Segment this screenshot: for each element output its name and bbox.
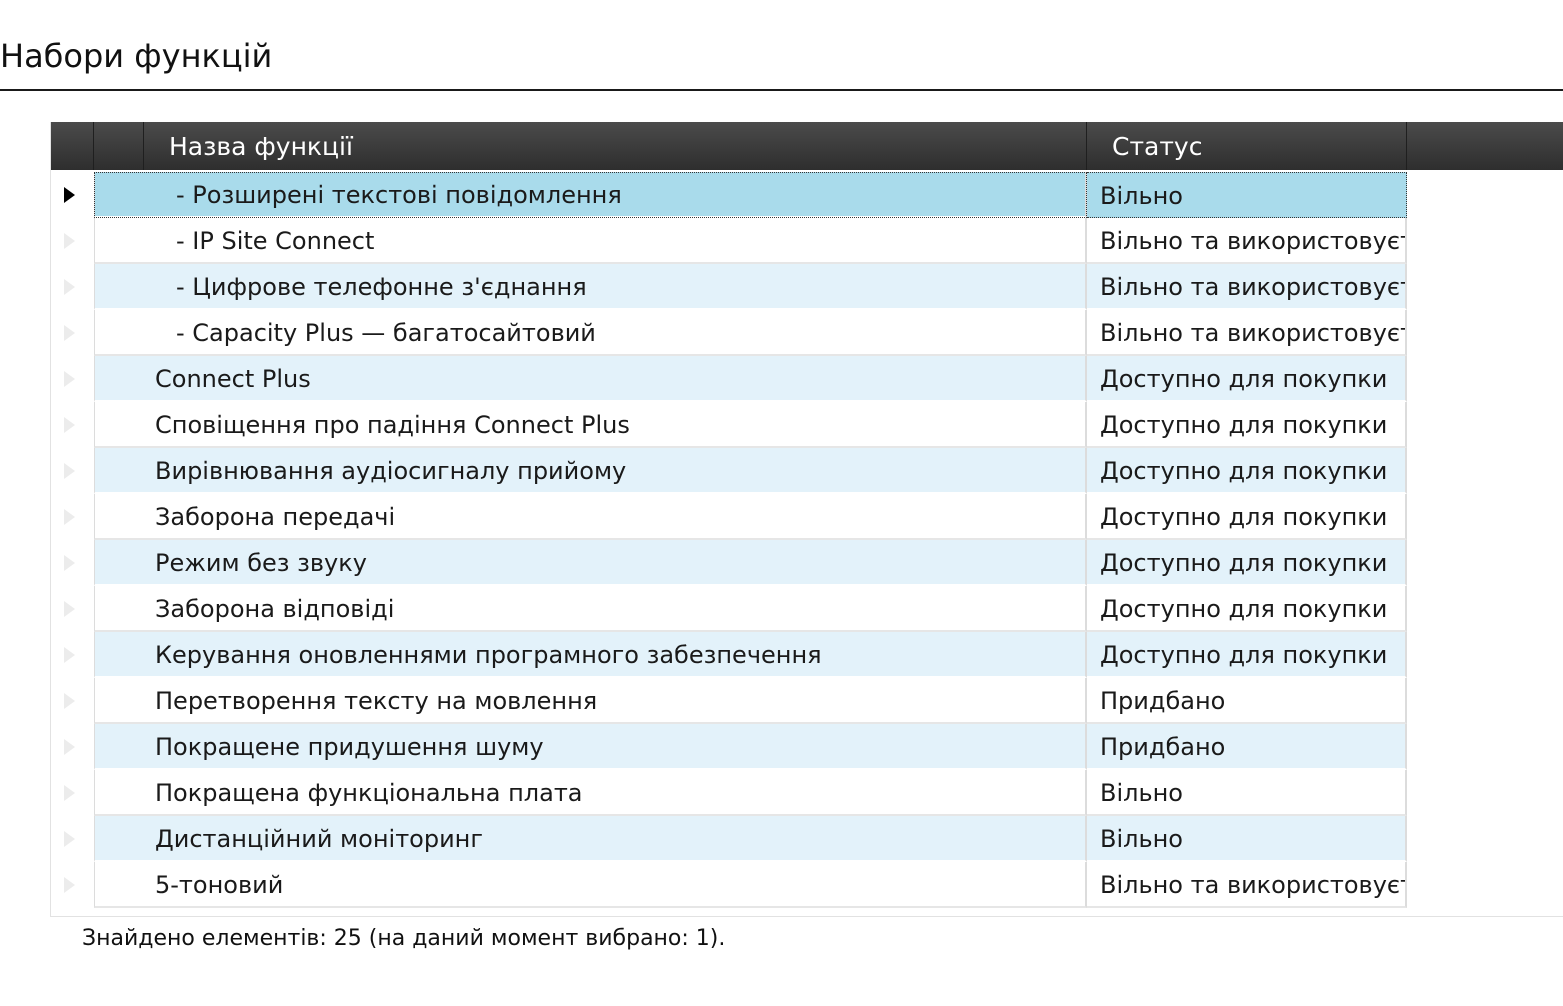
feature-status-cell[interactable]: Доступно для покупки [1087, 540, 1407, 586]
table-row[interactable]: - Розширені текстові повідомлення Вільно [51, 172, 1407, 218]
feature-status-cell[interactable]: Доступно для покупки [1087, 448, 1407, 494]
table-row[interactable]: Покращена функціональна плата Вільно [51, 770, 1407, 816]
row-selector[interactable] [51, 724, 94, 770]
column-header-status[interactable]: Статус [1087, 122, 1407, 170]
feature-name-cell[interactable]: Покращене придушення шуму [94, 724, 1087, 770]
feature-name-cell[interactable]: Дистанційний моніторинг [94, 816, 1087, 862]
feature-status-cell[interactable]: Придбано [1087, 724, 1407, 770]
feature-status-cell[interactable]: Доступно для покупки [1087, 494, 1407, 540]
feature-name-cell[interactable]: - Цифрове телефонне з'єднання [94, 264, 1087, 310]
row-pointer-icon [64, 417, 75, 433]
feature-name-cell[interactable]: Сповіщення про падіння Connect Plus [94, 402, 1087, 448]
feature-name-cell[interactable]: Connect Plus [94, 356, 1087, 402]
table-row[interactable]: Сповіщення про падіння Connect Plus Досту… [51, 402, 1407, 448]
row-pointer-icon [64, 647, 75, 663]
feature-sets-grid[interactable]: Назва функції Статус - Розширені текстов… [50, 122, 1563, 917]
row-selector[interactable] [51, 264, 94, 310]
row-selector[interactable] [51, 448, 94, 494]
table-row[interactable]: Керування оновленнями програмного забезп… [51, 632, 1407, 678]
blank-header-column [94, 122, 144, 170]
row-pointer-icon [64, 693, 75, 709]
feature-name-cell[interactable]: - IP Site Connect [94, 218, 1087, 264]
row-selector[interactable] [51, 494, 94, 540]
row-pointer-icon [64, 877, 75, 893]
grid-rows: - Розширені текстові повідомлення Вільно -… [51, 172, 1407, 908]
title-divider [0, 89, 1563, 91]
row-pointer-icon [64, 187, 75, 203]
column-header-name[interactable]: Назва функції [144, 122, 1087, 170]
row-pointer-icon [64, 785, 75, 801]
feature-name-cell[interactable]: Заборона відповіді [94, 586, 1087, 632]
row-header-column [51, 122, 94, 170]
table-row[interactable]: - IP Site ConnectВільно та використовуєт… [51, 218, 1407, 264]
table-row[interactable]: Режим без звуку Доступно для покупки [51, 540, 1407, 586]
feature-status-cell[interactable]: Доступно для покупки [1087, 632, 1407, 678]
feature-name-cell[interactable]: - Capacity Plus — багатосайтовий [94, 310, 1087, 356]
row-pointer-icon [64, 509, 75, 525]
row-selector[interactable] [51, 356, 94, 402]
table-row[interactable]: Дистанційний моніторинг Вільно [51, 816, 1407, 862]
table-row[interactable]: Вирівнювання аудіосигналу прийому Доступн… [51, 448, 1407, 494]
row-selector[interactable] [51, 586, 94, 632]
feature-status-cell[interactable]: Придбано [1087, 678, 1407, 724]
row-pointer-icon [64, 831, 75, 847]
row-pointer-icon [64, 233, 75, 249]
feature-name-cell[interactable]: Заборона передачі [94, 494, 1087, 540]
row-pointer-icon [64, 371, 75, 387]
feature-name-cell[interactable]: Вирівнювання аудіосигналу прийому [94, 448, 1087, 494]
feature-name-cell[interactable]: Перетворення тексту на мовлення [94, 678, 1087, 724]
table-row[interactable]: - Цифрове телефонне з'єднання Вільно та в… [51, 264, 1407, 310]
feature-name-cell[interactable]: 5-тоновий [94, 862, 1087, 908]
table-row[interactable]: Connect Plus Доступно для покупки [51, 356, 1407, 402]
table-row[interactable]: Перетворення тексту на мовлення Придбано [51, 678, 1407, 724]
items-found-status: Знайдено елементів: 25 (на даний момент … [82, 926, 726, 951]
row-pointer-icon [64, 739, 75, 755]
row-pointer-icon [64, 325, 75, 341]
feature-status-cell[interactable]: Вільно та використовується [1087, 264, 1407, 310]
feature-status-cell[interactable]: Вільно [1087, 816, 1407, 862]
row-selector[interactable] [51, 172, 94, 218]
row-selector[interactable] [51, 632, 94, 678]
page-title: Набори функцій [0, 37, 273, 75]
feature-name-cell[interactable]: Керування оновленнями програмного забезп… [94, 632, 1087, 678]
feature-status-cell[interactable]: Вільно [1087, 770, 1407, 816]
feature-name-cell[interactable]: - Розширені текстові повідомлення [94, 172, 1087, 218]
row-selector[interactable] [51, 402, 94, 448]
feature-status-cell[interactable]: Доступно для покупки [1087, 586, 1407, 632]
grid-header: Назва функції Статус [51, 122, 1563, 170]
feature-status-cell[interactable]: Вільно та використовується [1087, 310, 1407, 356]
table-row[interactable]: Заборона передачі Доступно для покупки [51, 494, 1407, 540]
feature-status-cell[interactable]: Вільно та використовується [1087, 862, 1407, 908]
row-selector[interactable] [51, 862, 94, 908]
table-row[interactable]: 5-тоновийВільно та використовується [51, 862, 1407, 908]
row-selector[interactable] [51, 678, 94, 724]
row-pointer-icon [64, 463, 75, 479]
row-selector[interactable] [51, 770, 94, 816]
feature-name-cell[interactable]: Покращена функціональна плата [94, 770, 1087, 816]
feature-status-cell[interactable]: Вільно [1087, 172, 1407, 218]
feature-name-cell[interactable]: Режим без звуку [94, 540, 1087, 586]
row-pointer-icon [64, 555, 75, 571]
row-selector[interactable] [51, 816, 94, 862]
row-selector[interactable] [51, 310, 94, 356]
row-pointer-icon [64, 601, 75, 617]
feature-status-cell[interactable]: Доступно для покупки [1087, 356, 1407, 402]
table-row[interactable]: - Capacity Plus — багатосайтовий Вільно т… [51, 310, 1407, 356]
feature-status-cell[interactable]: Доступно для покупки [1087, 402, 1407, 448]
row-selector[interactable] [51, 540, 94, 586]
row-selector[interactable] [51, 218, 94, 264]
row-pointer-icon [64, 279, 75, 295]
feature-status-cell[interactable]: Вільно та використовується [1087, 218, 1407, 264]
table-row[interactable]: Покращене придушення шуму Придбано [51, 724, 1407, 770]
table-row[interactable]: Заборона відповіді Доступно для покупки [51, 586, 1407, 632]
